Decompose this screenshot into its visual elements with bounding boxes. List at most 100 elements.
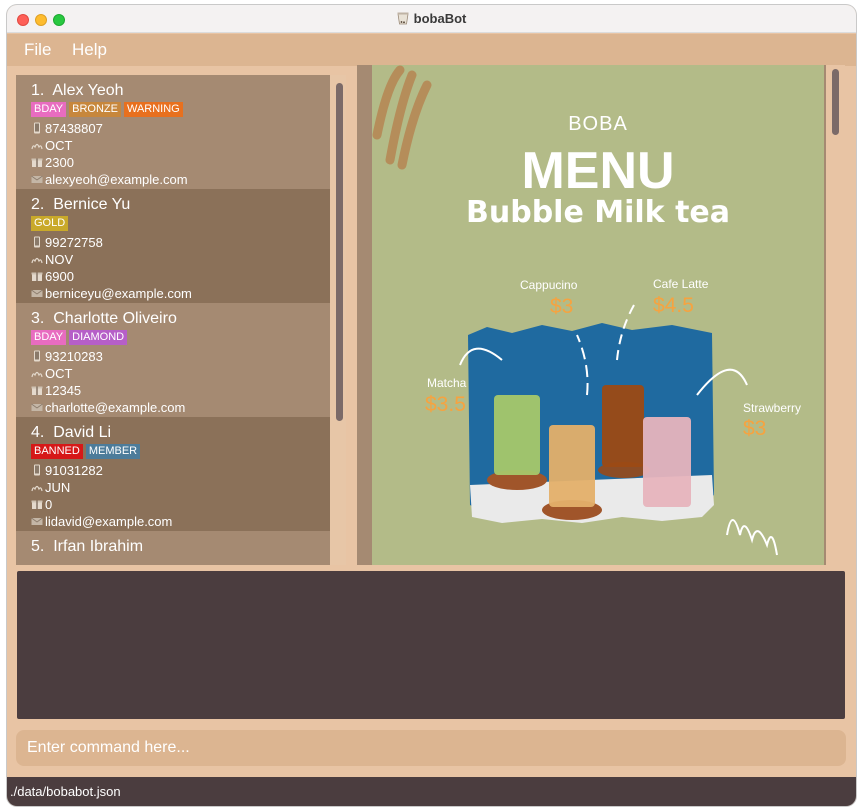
email-icon — [31, 175, 43, 183]
menu-header: BOBA — [568, 113, 628, 135]
phone-number: 99272758 — [45, 235, 103, 250]
phone-number: 91031282 — [45, 463, 103, 478]
customer-list[interactable]: 1. Alex Yeoh BDAY BRONZE WARNING 87438807 OCT… — [16, 75, 346, 565]
email-address: alexyeoh@example.com — [45, 172, 188, 187]
tag-badge: BDAY — [31, 102, 67, 117]
gift-icon — [31, 272, 43, 281]
tag-badge: GOLD — [31, 216, 69, 231]
birthday-month: NOV — [45, 252, 74, 267]
window-title: bobaBot — [413, 11, 467, 26]
drink-name: Cappucino — [520, 278, 578, 292]
tag-badge: BDAY — [31, 330, 67, 345]
birthday-month: JUN — [45, 480, 71, 495]
customer-name-text: Alex Yeoh — [52, 82, 124, 99]
status-bar: ./data/bobabot.json — [7, 777, 856, 806]
customer-card[interactable]: 3. Charlotte Oliveiro BDAY DIAMOND 93210283… — [16, 303, 330, 417]
calendar-month-icon — [31, 257, 43, 264]
email-icon — [31, 403, 43, 411]
customer-card[interactable]: 1. Alex Yeoh BDAY BRONZE WARNING 87438807 OCT… — [16, 75, 330, 189]
customer-card[interactable]: 5. Irfan Ibrahim — [16, 531, 330, 565]
customer-card[interactable]: 2. Bernice Yu GOLD 99272758 NOV 6900 bernicey… — [16, 189, 330, 303]
tag-badge: MEMBER — [85, 444, 141, 459]
month-row: OCT — [31, 137, 330, 154]
menu-bar: File Help — [7, 34, 856, 66]
tag-list: GOLD — [31, 216, 330, 234]
menu-image-panel: BOBA MENU Bubble Milk tea Cappucino $3 C… — [357, 65, 845, 565]
customer-name-text: Bernice Yu — [53, 196, 131, 213]
customer-index: 5. — [31, 538, 45, 555]
command-input[interactable] — [16, 730, 846, 766]
birthday-month: OCT — [45, 138, 73, 153]
email-address: berniceyu@example.com — [45, 286, 192, 301]
menu-help[interactable]: Help — [72, 40, 107, 60]
customer-name: 3. Charlotte Oliveiro — [31, 309, 330, 329]
email-icon — [31, 289, 43, 297]
tag-badge: BANNED — [31, 444, 83, 459]
customer-name: 5. Irfan Ibrahim — [31, 537, 330, 557]
email-address: lidavid@example.com — [45, 514, 173, 529]
points-row: 2300 — [31, 154, 330, 171]
customer-name: 4. David Li — [31, 423, 330, 443]
customer-name-text: David Li — [53, 424, 112, 441]
calendar-month-icon — [31, 371, 43, 378]
email-row: charlotte@example.com — [31, 399, 330, 416]
phone-icon — [34, 350, 40, 362]
phone-row: 87438807 — [31, 120, 330, 137]
email-address: charlotte@example.com — [45, 400, 186, 415]
phone-number: 93210283 — [45, 349, 103, 364]
calendar-month-icon — [31, 143, 43, 150]
customer-index: 1. — [31, 82, 45, 99]
email-row: berniceyu@example.com — [31, 285, 330, 302]
month-row: NOV — [31, 251, 330, 268]
email-row: lidavid@example.com — [31, 513, 330, 530]
app-window: bobaBot File Help 1. Alex Yeoh BDAY BRONZE… — [7, 5, 856, 806]
phone-row: 93210283 — [31, 348, 330, 365]
drink-name: Matcha — [427, 376, 467, 390]
birthday-month: OCT — [45, 366, 73, 381]
tag-list: BANNED MEMBER — [31, 444, 330, 462]
drink-name: Strawberry — [743, 401, 802, 415]
gift-icon — [31, 158, 43, 167]
points-row: 0 — [31, 496, 330, 513]
drink-price: $3 — [550, 295, 574, 318]
menu-image-scroll-thumb[interactable] — [832, 69, 839, 135]
drink-name: Cafe Latte — [653, 277, 709, 291]
boba-menu-image: BOBA MENU Bubble Milk tea Cappucino $3 C… — [372, 65, 824, 565]
title-bar: bobaBot — [7, 5, 856, 33]
customer-card[interactable]: 4. David Li BANNED MEMBER 91031282 JUN 0 lidav… — [16, 417, 330, 531]
phone-icon — [34, 464, 40, 476]
phone-icon — [34, 236, 40, 248]
points-row: 6900 — [31, 268, 330, 285]
tag-list: BDAY BRONZE WARNING — [31, 102, 330, 120]
email-icon — [31, 517, 43, 525]
customer-name-text: Irfan Ibrahim — [53, 538, 144, 555]
phone-icon — [34, 122, 40, 134]
customer-name-text: Charlotte Oliveiro — [53, 310, 177, 327]
calendar-month-icon — [31, 485, 43, 492]
data-file-path: ./data/bobabot.json — [10, 784, 121, 799]
customer-name: 2. Bernice Yu — [31, 195, 330, 215]
customer-list-scroll-thumb[interactable] — [336, 83, 343, 421]
reward-points: 6900 — [45, 269, 74, 284]
drink-price: $3.5 — [425, 393, 466, 416]
customer-list-scrollbar[interactable] — [334, 79, 344, 565]
customer-index: 2. — [31, 196, 45, 213]
menu-file[interactable]: File — [24, 40, 51, 60]
menu-image-scrollbar[interactable] — [826, 65, 845, 565]
email-row: alexyeoh@example.com — [31, 171, 330, 188]
customer-index: 4. — [31, 424, 45, 441]
gift-icon — [31, 386, 43, 395]
tag-badge: DIAMOND — [69, 330, 128, 345]
menu-decoration — [372, 65, 778, 556]
reward-points: 12345 — [45, 383, 82, 398]
drink-price: $4.5 — [653, 294, 694, 317]
phone-row: 99272758 — [31, 234, 330, 251]
tag-badge: WARNING — [123, 102, 183, 117]
month-row: OCT — [31, 365, 330, 382]
month-row: JUN — [31, 479, 330, 496]
window-title-group: bobaBot — [7, 11, 856, 26]
phone-row: 91031282 — [31, 462, 330, 479]
drink-price: $3 — [743, 417, 767, 440]
boba-cup-icon — [397, 12, 409, 25]
phone-number: 87438807 — [45, 121, 103, 136]
